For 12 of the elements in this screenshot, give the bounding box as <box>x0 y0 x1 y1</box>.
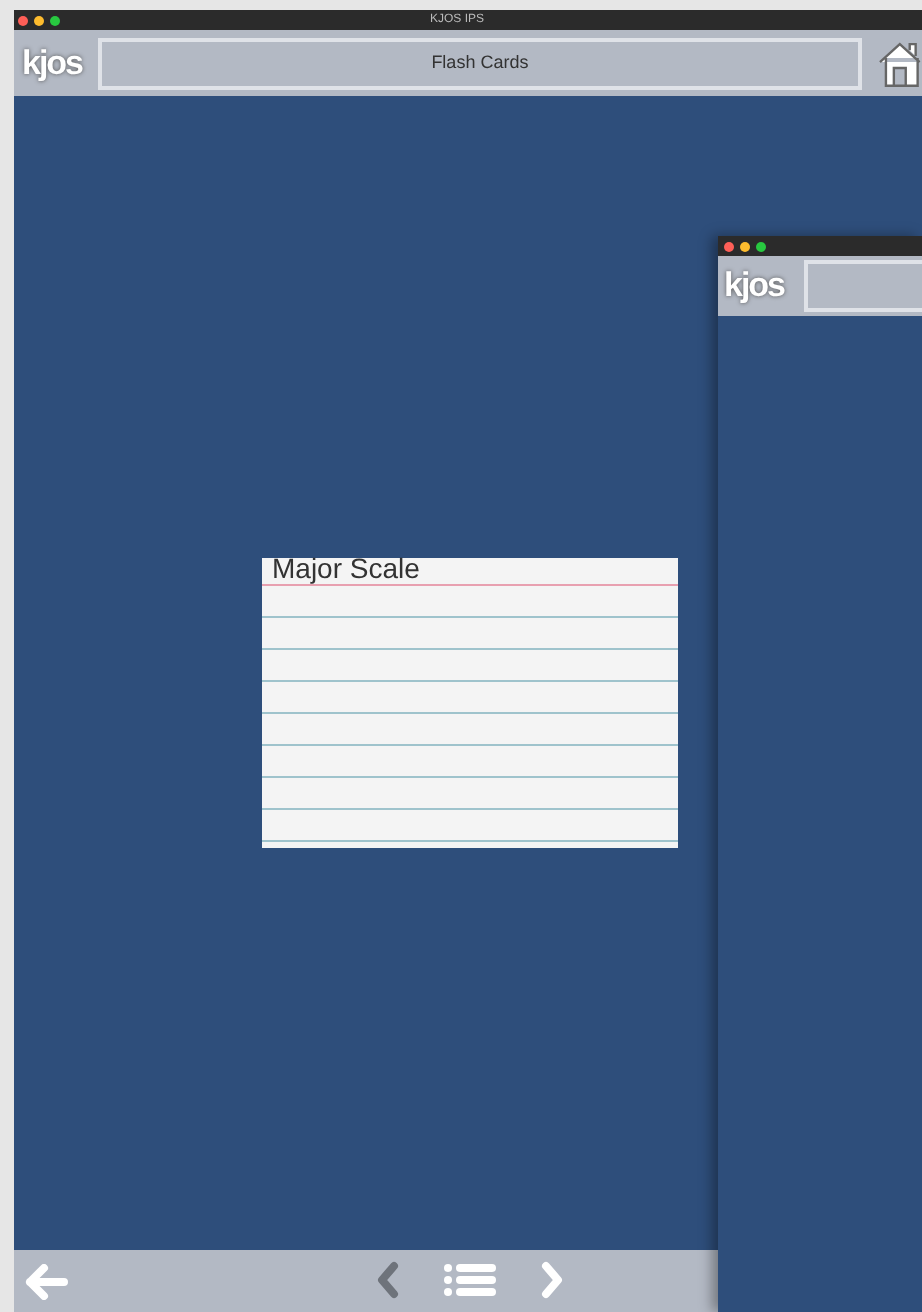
logo[interactable]: kjos <box>724 260 796 312</box>
zoom-window-button[interactable] <box>50 15 60 25</box>
flash-card[interactable]: Major Scale <box>262 558 678 848</box>
card-heading: Major Scale <box>272 554 420 584</box>
home-icon[interactable] <box>878 37 922 89</box>
close-window-button[interactable] <box>724 241 734 251</box>
logo[interactable]: kjos <box>22 37 90 89</box>
zoom-window-button[interactable] <box>756 241 766 251</box>
close-window-button[interactable] <box>18 15 28 25</box>
minimize-window-button[interactable] <box>34 15 44 25</box>
title-field: Flash Cards <box>97 37 863 89</box>
minimize-window-button[interactable] <box>740 241 750 251</box>
